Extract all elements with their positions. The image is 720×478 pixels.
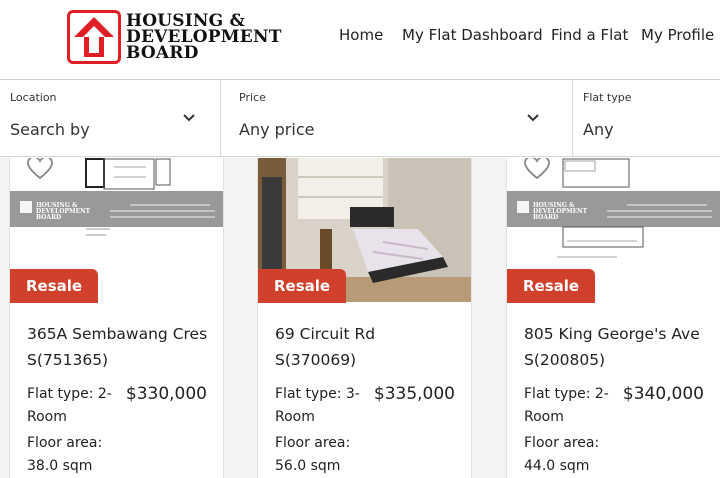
floor-area-label: Floor area: (524, 435, 600, 451)
heart-icon[interactable] (26, 158, 54, 181)
flat-type-text: Flat type: 3-Room (275, 386, 360, 425)
svg-text:BOARD: BOARD (36, 214, 61, 221)
listing-card[interactable]: HOUSING & DEVELOPMENT BOARD Resale 365A … (9, 158, 224, 478)
nav-home[interactable]: Home (339, 26, 383, 44)
flat-type-filter-label: Flat type (583, 91, 632, 104)
svg-text:BOARD: BOARD (533, 214, 558, 221)
main-nav: Home My Flat Dashboard Find a Flat My Pr… (0, 26, 720, 48)
listing-results: HOUSING & DEVELOPMENT BOARD Resale 365A … (0, 158, 720, 478)
flat-type-text: Flat type: 2-Room (27, 386, 112, 425)
listing-address[interactable]: 69 Circuit Rd S(370069) (275, 321, 470, 373)
floor-area-value: 44.0 sqm (524, 458, 590, 474)
location-filter[interactable]: Location Search by (0, 80, 221, 157)
chevron-down-icon (183, 114, 195, 122)
floor-area-label: Floor area: (275, 435, 351, 451)
nav-my-flat-dashboard[interactable]: My Flat Dashboard (402, 26, 543, 44)
flat-type-text: Flat type: 2-Room (524, 386, 609, 425)
listing-price: $340,000 (622, 384, 704, 404)
listing-card[interactable]: HOUSING & DEVELOPMENT BOARD Resale 805 K… (506, 158, 720, 478)
price-filter-label: Price (239, 91, 266, 104)
chevron-down-icon (527, 114, 539, 122)
listing-price: $335,000 (373, 384, 455, 404)
flat-type-filter[interactable]: Flat type Any (573, 80, 720, 157)
floor-area-value: 38.0 sqm (27, 458, 93, 474)
price-filter[interactable]: Price Any price (221, 80, 573, 157)
resale-badge: Resale (10, 269, 99, 303)
flat-type-filter-value: Any (583, 120, 614, 139)
nav-my-profile[interactable]: My Profile (641, 26, 714, 44)
listing-card[interactable]: Resale 69 Circuit Rd S(370069) Flat type… (257, 158, 472, 478)
listing-address[interactable]: 365A Sembawang Cres S(751365) (27, 321, 222, 373)
filter-bar: Location Search by Price Any price Flat … (0, 80, 720, 157)
location-filter-label: Location (10, 91, 57, 104)
heart-icon[interactable] (523, 158, 551, 181)
location-filter-value: Search by (10, 120, 90, 139)
resale-badge: Resale (258, 269, 347, 303)
nav-find-a-flat[interactable]: Find a Flat (551, 26, 628, 44)
floor-area-value: 56.0 sqm (275, 458, 341, 474)
resale-badge: Resale (507, 269, 596, 303)
floor-area-label: Floor area: (27, 435, 103, 451)
price-filter-value: Any price (239, 120, 315, 139)
listing-price: $330,000 (125, 384, 207, 404)
site-header: HOUSING & DEVELOPMENT BOARD Home My Flat… (0, 0, 720, 80)
listing-address[interactable]: 805 King George's Ave S(200805) (524, 321, 719, 373)
